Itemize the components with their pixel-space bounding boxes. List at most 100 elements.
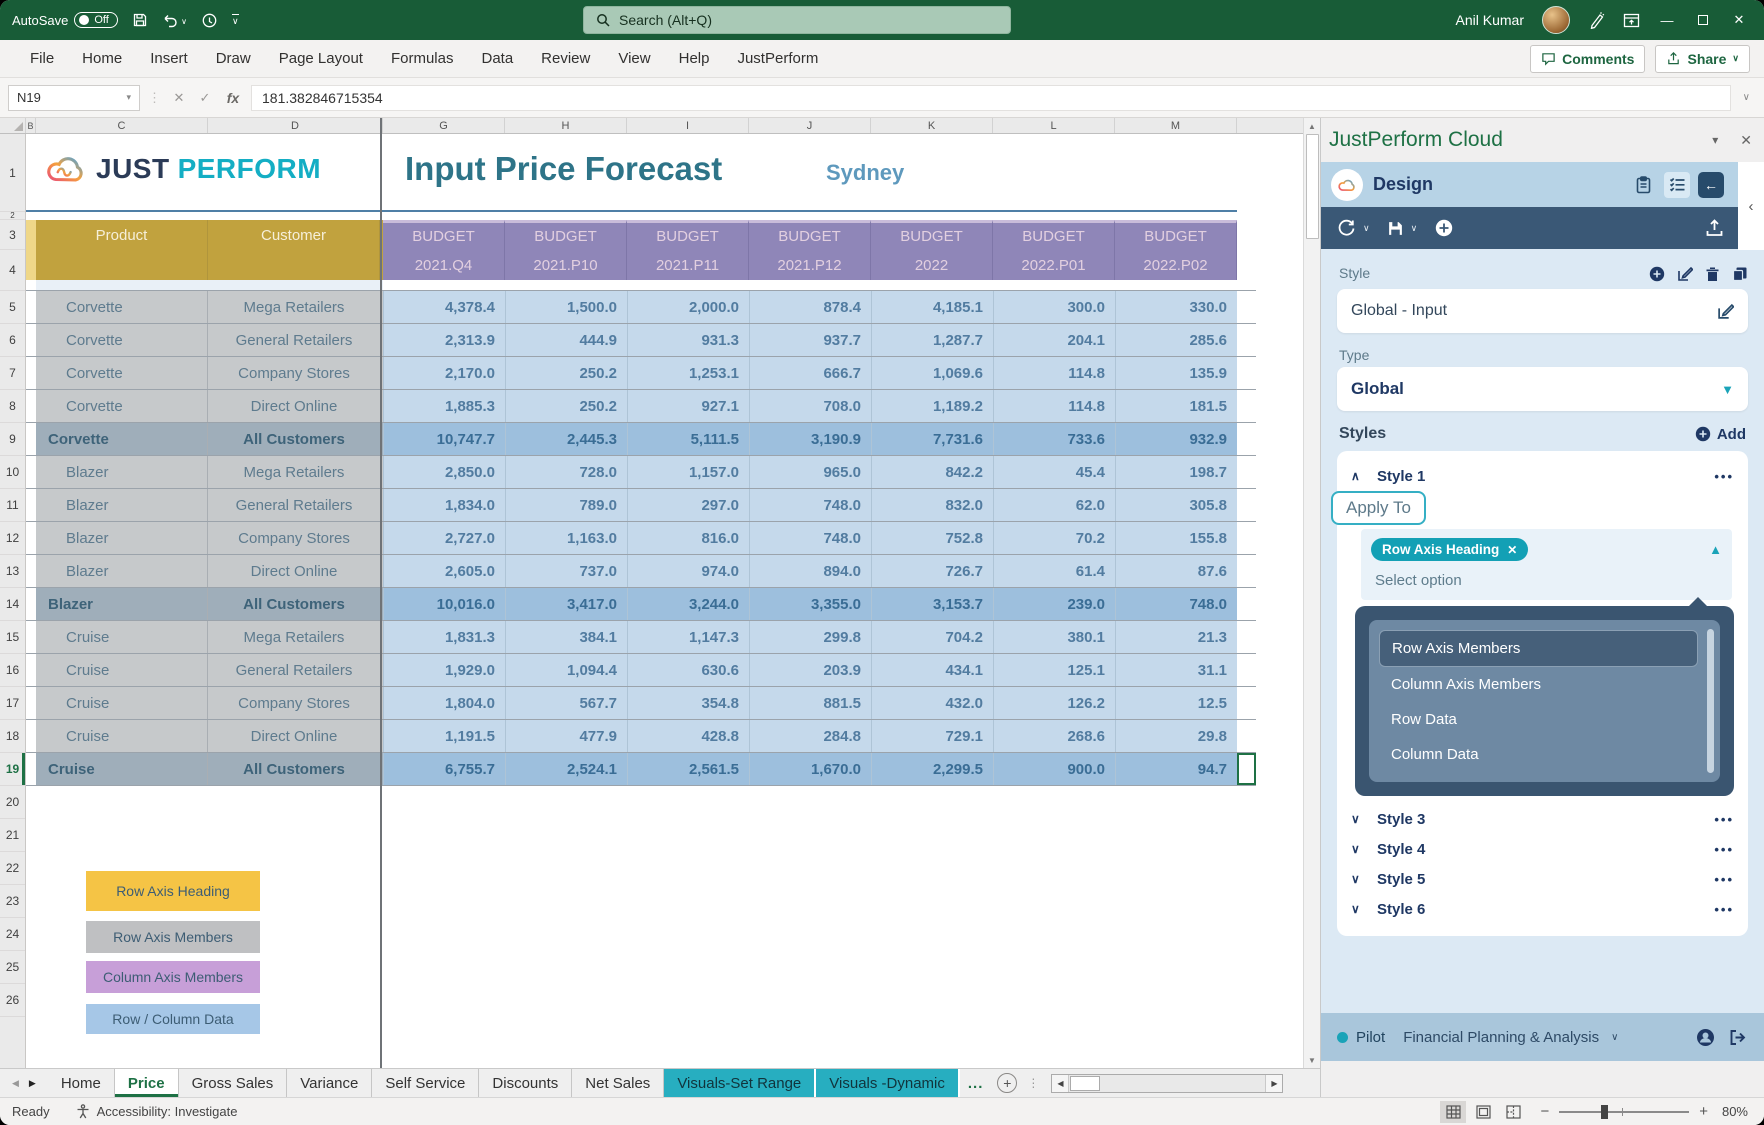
column-header[interactable]: H: [505, 118, 627, 133]
value-cell[interactable]: 125.1: [993, 654, 1115, 686]
ribbon-tab[interactable]: Draw: [202, 40, 265, 78]
customer-cell[interactable]: Direct Online: [208, 720, 380, 752]
customer-cell[interactable]: General Retailers: [208, 324, 380, 356]
column-n-cell[interactable]: [1237, 720, 1256, 752]
value-cell[interactable]: 1,500.0: [505, 291, 627, 323]
type-dropdown-icon[interactable]: ▼: [1721, 382, 1734, 397]
sheet-tab[interactable]: Visuals -Dynamic: [816, 1069, 960, 1097]
value-cell[interactable]: 733.6: [993, 423, 1115, 455]
value-cell[interactable]: 748.0: [749, 522, 871, 554]
dropdown-option[interactable]: Row Data: [1379, 702, 1698, 737]
close-button[interactable]: ✕: [1730, 12, 1748, 28]
row-header[interactable]: 12: [0, 522, 25, 555]
value-cell[interactable]: 789.0: [505, 489, 627, 521]
value-cell[interactable]: 881.5: [749, 687, 871, 719]
column-n-cell[interactable]: [1237, 390, 1256, 422]
value-cell[interactable]: 1,189.2: [871, 390, 993, 422]
ribbon-tab[interactable]: Insert: [136, 40, 202, 78]
ribbon-tab[interactable]: File: [16, 40, 68, 78]
dropdown-option[interactable]: Row Axis Members: [1379, 630, 1698, 667]
row-header[interactable]: 4: [0, 250, 25, 291]
ribbon-tab[interactable]: Page Layout: [265, 40, 377, 78]
style-menu-icon[interactable]: •••: [1714, 872, 1734, 887]
row-header[interactable]: 1: [0, 134, 25, 212]
customer-cell[interactable]: All Customers: [208, 588, 380, 620]
value-cell[interactable]: 1,069.6: [871, 357, 993, 389]
product-cell[interactable]: Cruise: [36, 621, 208, 653]
pane-dropdown-icon[interactable]: ▾: [1712, 133, 1718, 147]
value-cell[interactable]: 748.0: [749, 489, 871, 521]
style-row[interactable]: ∨ Style 6 •••: [1351, 894, 1734, 924]
column-n-cell[interactable]: [1237, 456, 1256, 488]
value-cell[interactable]: 1,147.3: [627, 621, 749, 653]
style-menu-icon[interactable]: •••: [1714, 469, 1734, 484]
column-header[interactable]: K: [871, 118, 993, 133]
normal-view-icon[interactable]: [1440, 1101, 1466, 1123]
value-cell[interactable]: 1,253.1: [627, 357, 749, 389]
value-cell[interactable]: 2,445.3: [505, 423, 627, 455]
column-header[interactable]: D: [208, 118, 383, 133]
value-cell[interactable]: 965.0: [749, 456, 871, 488]
save-dropdown-icon[interactable]: ∨: [1411, 223, 1418, 234]
value-cell[interactable]: 1,094.4: [505, 654, 627, 686]
style-1-row[interactable]: ∧ Style 1 •••: [1351, 461, 1734, 491]
pane-collapse-strip[interactable]: ‹: [1738, 162, 1764, 250]
column-axis-scenario-cell[interactable]: BUDGET: [993, 220, 1115, 250]
column-axis-period-cell[interactable]: 2021.P11: [627, 250, 749, 280]
share-button[interactable]: Share ∨: [1655, 45, 1750, 73]
row-header[interactable]: 25: [0, 951, 25, 984]
sheet-tab-overflow[interactable]: ...: [960, 1075, 992, 1092]
ribbon-tab[interactable]: Data: [467, 40, 527, 78]
search-input[interactable]: Search (Alt+Q): [583, 6, 1011, 34]
ribbon-tab[interactable]: Formulas: [377, 40, 468, 78]
rename-style-icon[interactable]: [1717, 303, 1734, 320]
row-header[interactable]: 11: [0, 489, 25, 522]
value-cell[interactable]: 3,244.0: [627, 588, 749, 620]
customer-cell[interactable]: Mega Retailers: [208, 621, 380, 653]
row-header[interactable]: 5: [0, 291, 25, 324]
value-cell[interactable]: 114.8: [993, 357, 1115, 389]
model-selector[interactable]: Financial Planning & Analysis: [1403, 1029, 1599, 1046]
row-axis-heading-cell[interactable]: Customer: [208, 220, 380, 250]
column-axis-period-cell[interactable]: 2022: [871, 250, 993, 280]
value-cell[interactable]: 5,111.5: [627, 423, 749, 455]
value-cell[interactable]: 1,287.7: [871, 324, 993, 356]
value-cell[interactable]: 10,016.0: [383, 588, 505, 620]
column-header[interactable]: C: [36, 118, 208, 133]
value-cell[interactable]: 666.7: [749, 357, 871, 389]
scroll-right-icon[interactable]: ▶: [1265, 1075, 1282, 1092]
product-cell[interactable]: Blazer: [36, 489, 208, 521]
value-cell[interactable]: 2,299.5: [871, 753, 993, 785]
value-cell[interactable]: 61.4: [993, 555, 1115, 587]
column-n-cell[interactable]: [1237, 522, 1256, 554]
column-axis-scenario-cell[interactable]: BUDGET: [1115, 220, 1237, 250]
style-menu-icon[interactable]: •••: [1714, 902, 1734, 917]
value-cell[interactable]: 2,524.1: [505, 753, 627, 785]
sheet-tab[interactable]: Variance: [287, 1069, 372, 1097]
row-header[interactable]: 14: [0, 588, 25, 621]
confirm-entry-icon[interactable]: ✓: [195, 90, 215, 106]
product-cell[interactable]: Blazer: [36, 555, 208, 587]
column-header[interactable]: I: [627, 118, 749, 133]
product-cell[interactable]: Blazer: [36, 456, 208, 488]
column-axis-scenario-cell[interactable]: BUDGET: [749, 220, 871, 250]
column-header[interactable]: M: [1115, 118, 1237, 133]
product-cell[interactable]: Corvette: [36, 291, 208, 323]
upload-icon[interactable]: [1705, 219, 1724, 237]
formula-input[interactable]: 181.382846715354: [251, 85, 1731, 111]
comments-button[interactable]: Comments: [1530, 45, 1645, 73]
scroll-up-icon[interactable]: ▲: [1304, 118, 1320, 134]
horizontal-scroll-thumb[interactable]: [1070, 1076, 1100, 1091]
value-cell[interactable]: 630.6: [627, 654, 749, 686]
row-axis-heading-cell[interactable]: Product: [36, 220, 208, 250]
value-cell[interactable]: 816.0: [627, 522, 749, 554]
row-header[interactable]: 7: [0, 357, 25, 390]
new-sheet-button[interactable]: +: [997, 1073, 1017, 1093]
value-cell[interactable]: 45.4: [993, 456, 1115, 488]
value-cell[interactable]: 239.0: [993, 588, 1115, 620]
checklist-icon[interactable]: [1664, 172, 1690, 198]
value-cell[interactable]: 2,850.0: [383, 456, 505, 488]
column-n-cell[interactable]: [1237, 291, 1256, 323]
value-cell[interactable]: 1,834.0: [383, 489, 505, 521]
sync-icon[interactable]: [201, 12, 218, 29]
